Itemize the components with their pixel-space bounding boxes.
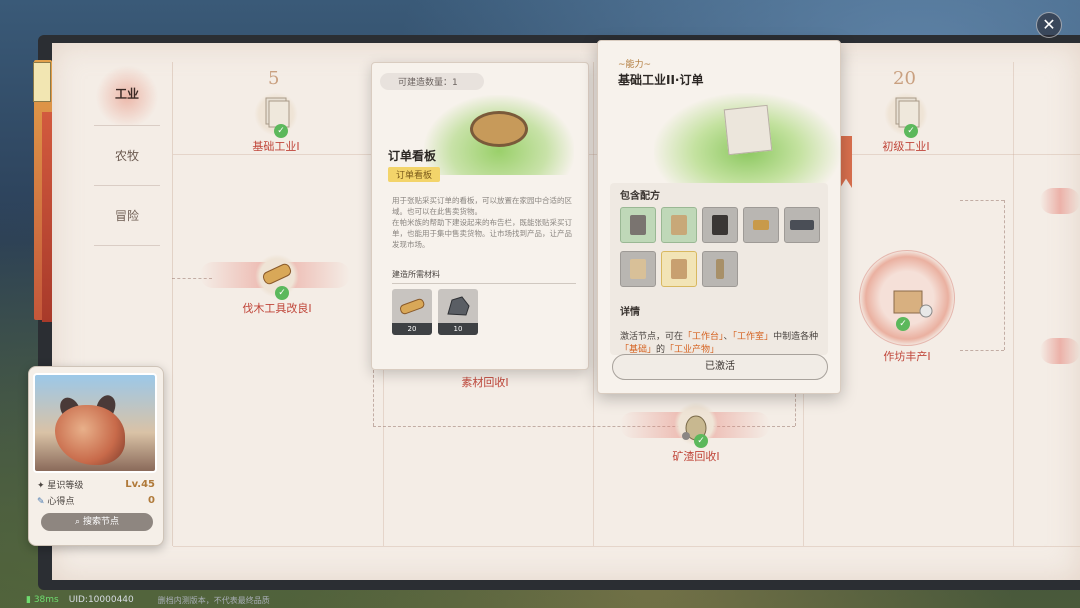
node-label: 基础工业I <box>252 140 300 153</box>
check-icon: ✓ <box>896 317 910 331</box>
recipe-item-icon <box>630 259 646 279</box>
search-node-button[interactable]: ⌕ 搜索节点 <box>41 513 153 531</box>
node-label: 矿渣回收I <box>672 450 720 463</box>
ability-label: ~能力~ <box>618 60 652 70</box>
recipe-slot[interactable] <box>743 207 779 243</box>
uid-label: UID:10000440 <box>68 595 134 605</box>
node-logging-tool[interactable]: ✓ 伐木工具改良I <box>232 254 322 316</box>
recipe-item-icon <box>671 259 687 279</box>
connector <box>1004 200 1005 350</box>
creature-portrait <box>55 405 125 465</box>
node-junior-industry[interactable]: ✓ 初级工业I <box>866 92 946 154</box>
level-marker-20: 20 <box>893 68 916 89</box>
material-count: 10 <box>438 323 478 335</box>
status-bar: ▮ 38ms UID:10000440 删档内测版本，不代表最终品质 <box>26 595 270 606</box>
recipe-slot[interactable] <box>661 251 697 287</box>
nav-item-farming[interactable]: 农牧 <box>94 126 160 186</box>
node-label: 作坊丰产I <box>883 350 931 363</box>
node-basic-industry[interactable]: ✓ 基础工业I <box>236 92 316 154</box>
level-marker-5: 5 <box>268 68 280 89</box>
search-icon: ⌕ <box>75 517 81 527</box>
recipe-slot[interactable] <box>661 207 697 243</box>
recipe-slot[interactable] <box>620 207 656 243</box>
connector <box>960 200 1004 201</box>
order-board-art <box>424 95 574 175</box>
paper-stack-icon <box>723 104 773 156</box>
node-workshop[interactable]: ✓ 作坊丰产I <box>852 250 962 364</box>
node-highlight <box>1040 188 1080 214</box>
rank-row: ✦ 星识等级 Lv.45 <box>37 478 155 491</box>
node-label: 初级工业I <box>882 140 930 153</box>
paper-stack-icon: ✓ <box>884 92 928 138</box>
ability-details: 包含配方 详情 激活节点，可在「工作台」、「工作室」中制造各种「基础」的「工业产… <box>610 183 828 355</box>
nav-item-adventure[interactable]: 冒险 <box>94 186 160 246</box>
buildable-count: 可建造数量：1 <box>380 73 484 90</box>
check-icon: ✓ <box>274 124 288 138</box>
material-stone[interactable]: 10 <box>438 289 478 335</box>
ability-art <box>654 93 840 183</box>
book-ribbon-red <box>42 112 52 322</box>
connector <box>795 394 796 426</box>
material-wood[interactable]: 20 <box>392 289 432 335</box>
points-row: ✎ 心得点 0 <box>37 494 155 507</box>
materials-header: 建造所需材料 <box>392 269 576 284</box>
activated-button[interactable]: 已激活 <box>612 354 828 380</box>
paper-stack-icon: ✓ <box>254 92 298 138</box>
workshop-icon: ✓ <box>859 250 955 346</box>
book-tab <box>33 62 51 102</box>
recipe-item-icon <box>630 215 646 235</box>
recipe-item-icon <box>716 259 724 279</box>
category-nav: 工业 农牧 冒险 <box>94 62 160 246</box>
recipe-item-icon <box>790 220 814 230</box>
order-board-icon <box>470 111 528 147</box>
stone-icon <box>438 289 478 323</box>
check-icon: ✓ <box>904 124 918 138</box>
recipe-slot[interactable] <box>702 207 738 243</box>
close-icon: ✕ <box>1042 15 1056 34</box>
node-label: 伐木工具改良I <box>242 302 312 315</box>
recipe-item-icon <box>712 215 728 235</box>
profile-card: ✦ 星识等级 Lv.45 ✎ 心得点 0 ⌕ 搜索节点 <box>28 366 164 546</box>
check-icon: ✓ <box>694 434 708 448</box>
points-value: 0 <box>148 494 155 506</box>
material-count: 20 <box>392 323 432 335</box>
item-info-card: 可建造数量：1 订单看板 订单看板 用于张贴采买订单的看板，可以放置在家园中合适… <box>371 62 589 370</box>
nav-item-industry[interactable]: 工业 <box>94 62 160 126</box>
beta-notice: 删档内测版本，不代表最终品质 <box>157 596 270 605</box>
star-icon: ✦ <box>37 480 45 491</box>
signal-icon: ▮ <box>26 595 31 605</box>
detail-header: 详情 <box>620 307 640 318</box>
avatar[interactable] <box>33 373 157 473</box>
check-icon: ✓ <box>275 286 289 300</box>
connector <box>373 370 374 426</box>
rank-value: Lv.45 <box>125 478 155 490</box>
recipe-item-icon <box>671 215 687 235</box>
ore-sack-icon: ✓ <box>674 402 718 448</box>
connector <box>960 350 1004 351</box>
ability-title: 基础工业II·订单 <box>618 73 704 87</box>
wood-log-icon: ✓ <box>255 254 299 300</box>
node-highlight <box>1040 338 1080 364</box>
close-button[interactable]: ✕ <box>1036 12 1062 38</box>
recipe-item-icon <box>753 220 769 230</box>
item-tag: 订单看板 <box>388 167 441 182</box>
recipe-slot[interactable] <box>620 251 656 287</box>
node-material-recycle[interactable]: 素材回收I <box>445 372 525 390</box>
wood-icon <box>392 289 432 323</box>
recipe-slot[interactable] <box>784 207 820 243</box>
recipe-slot[interactable] <box>702 251 738 287</box>
ping-indicator: ▮ 38ms <box>26 595 59 605</box>
recipes-header: 包含配方 <box>620 191 660 202</box>
ability-info-card: ~能力~ 基础工业II·订单 包含配方 详情 激活节点，可在「工作台」、「工作室… <box>597 40 841 394</box>
item-description: 用于张贴采买订单的看板，可以放置在家园中合适的区域。也可以在此售卖货物。 在帕米… <box>392 196 572 249</box>
node-label: 素材回收I <box>461 376 509 389</box>
item-title: 订单看板 <box>388 149 437 163</box>
node-ore-recycle[interactable]: ✓ 矿渣回收I <box>656 402 736 464</box>
feather-icon: ✎ <box>37 496 45 507</box>
